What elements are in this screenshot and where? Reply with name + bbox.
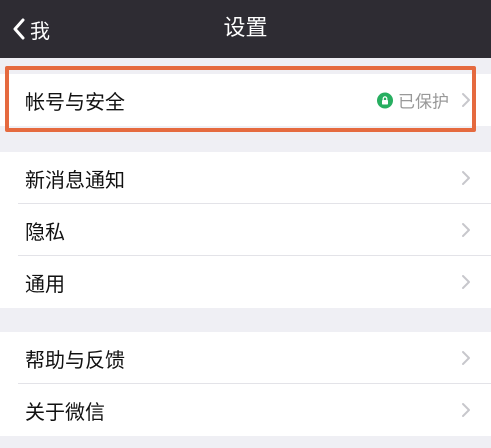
settings-item-label: 新消息通知 (25, 167, 125, 192)
chevron-right-icon (461, 274, 471, 290)
settings-item-about-wechat[interactable]: 关于微信 (0, 384, 491, 436)
chevron-right-icon (461, 92, 471, 108)
chevron-right-icon (461, 222, 471, 238)
settings-group-general: 新消息通知 隐私 通用 (0, 152, 491, 308)
settings-group-account: 帐号与安全 已保护 (0, 74, 491, 126)
settings-item-label: 帮助与反馈 (25, 347, 125, 372)
chevron-right-icon (461, 170, 471, 186)
settings-item-help-feedback[interactable]: 帮助与反馈 (0, 332, 491, 384)
settings-item-label: 帐号与安全 (25, 89, 125, 114)
settings-item-label: 通用 (25, 271, 65, 296)
chevron-right-icon (461, 350, 471, 366)
settings-item-account-security[interactable]: 帐号与安全 已保护 (0, 74, 491, 126)
settings-item-new-message-notification[interactable]: 新消息通知 (0, 152, 491, 204)
settings-item-label: 隐私 (25, 219, 65, 244)
settings-group-about: 帮助与反馈 关于微信 (0, 332, 491, 436)
chevron-right-icon (461, 402, 471, 418)
page-title: 设置 (223, 16, 268, 41)
navigation-bar: 我 设置 (0, 0, 491, 58)
protection-status: 已保护 (377, 88, 449, 113)
settings-item-general[interactable]: 通用 (0, 256, 491, 308)
settings-item-privacy[interactable]: 隐私 (0, 204, 491, 256)
protection-status-text: 已保护 (398, 92, 449, 113)
lock-icon (377, 92, 393, 108)
settings-item-label: 关于微信 (25, 399, 105, 424)
